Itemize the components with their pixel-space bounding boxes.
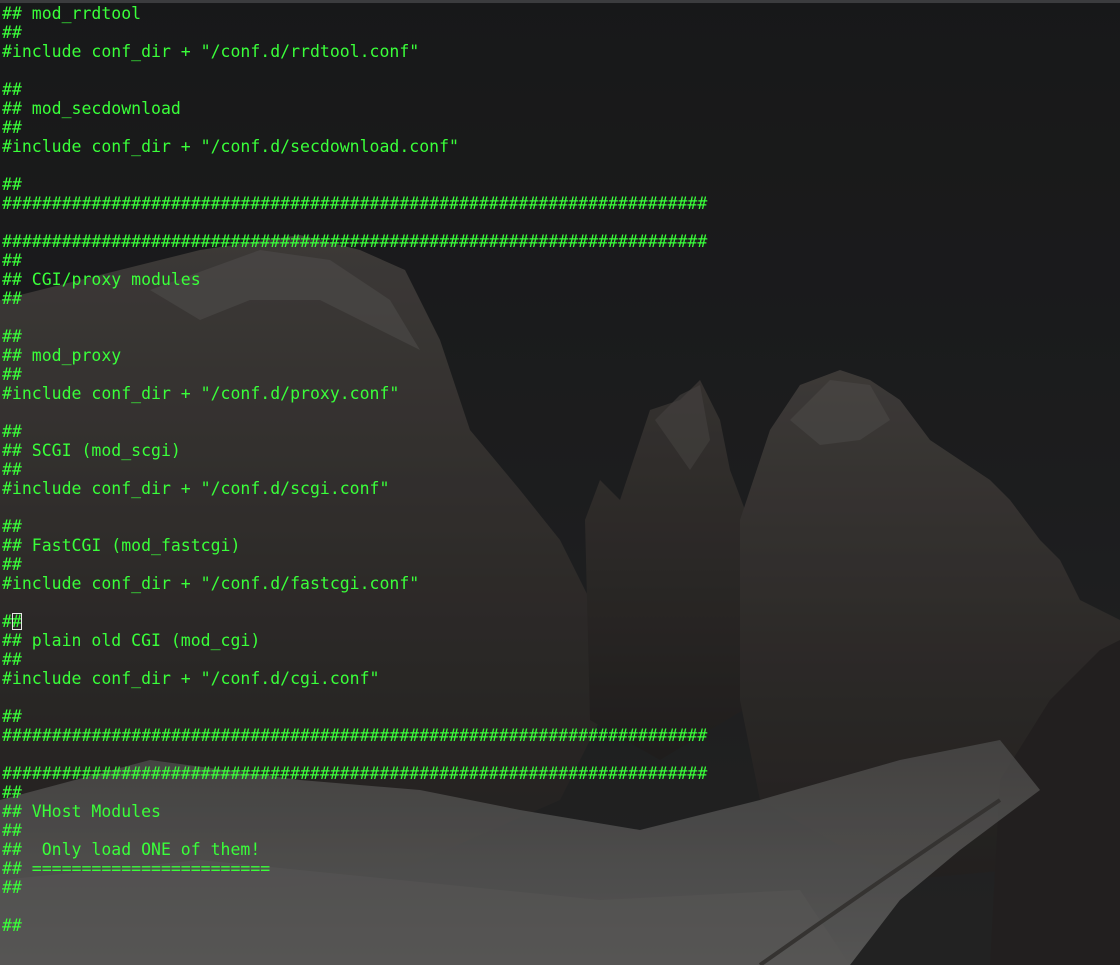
terminal-line: ##	[2, 365, 22, 384]
terminal-line: ##	[2, 707, 22, 726]
terminal-line: ##	[2, 422, 22, 441]
terminal-line: #include conf_dir + "/conf.d/secdownload…	[2, 137, 459, 156]
terminal-line: ## Only load ONE of them!	[2, 840, 261, 859]
terminal-line: #include conf_dir + "/conf.d/fastcgi.con…	[2, 574, 420, 593]
terminal-line: ## mod_secdownload	[2, 99, 181, 118]
terminal-line: ########################################…	[2, 726, 708, 745]
terminal-line: ## ========================	[2, 859, 271, 878]
terminal-line: #include conf_dir + "/conf.d/proxy.conf"	[2, 384, 400, 403]
terminal-line: ########################################…	[2, 764, 708, 783]
terminal-line: ##	[2, 23, 22, 42]
terminal-line: #include conf_dir + "/conf.d/scgi.conf"	[2, 479, 390, 498]
terminal-line: ##	[2, 327, 22, 346]
terminal-line: ##	[2, 289, 22, 308]
terminal-line: ##	[2, 916, 22, 935]
terminal-text-buffer[interactable]: ## mod_rrdtool ## #include conf_dir + "/…	[0, 4, 1120, 935]
terminal-line: ## SCGI (mod_scgi)	[2, 441, 181, 460]
terminal-line: ##	[2, 783, 22, 802]
terminal-line: ##	[2, 460, 22, 479]
terminal-line: ## plain old CGI (mod_cgi)	[2, 631, 261, 650]
terminal-line-with-cursor: ##	[0, 612, 1120, 631]
terminal-line: ##	[2, 175, 22, 194]
terminal-line: ##	[2, 118, 22, 137]
terminal-line: ##	[2, 878, 22, 897]
terminal-line: ##	[2, 517, 22, 536]
terminal-line: ## CGI/proxy modules	[2, 270, 201, 289]
terminal-line: ##	[2, 251, 22, 270]
terminal-line: ########################################…	[2, 194, 708, 213]
terminal-line: ## mod_proxy	[2, 346, 122, 365]
terminal-line: ##	[2, 650, 22, 669]
terminal-line: ##	[2, 80, 22, 99]
block-cursor	[12, 613, 22, 630]
window-top-border	[0, 0, 1120, 3]
text-cursor: ##	[2, 612, 22, 631]
terminal-line: ## VHost Modules	[2, 802, 161, 821]
terminal-line: ## mod_rrdtool	[2, 4, 142, 23]
terminal-line: #include conf_dir + "/conf.d/rrdtool.con…	[2, 42, 420, 61]
terminal-line: ##	[2, 555, 22, 574]
terminal-window[interactable]: ## mod_rrdtool ## #include conf_dir + "/…	[0, 4, 1120, 965]
terminal-line: ##	[2, 821, 22, 840]
terminal-line: #include conf_dir + "/conf.d/cgi.conf"	[2, 669, 380, 688]
terminal-line: ## FastCGI (mod_fastcgi)	[2, 536, 241, 555]
terminal-line: ########################################…	[2, 232, 708, 251]
